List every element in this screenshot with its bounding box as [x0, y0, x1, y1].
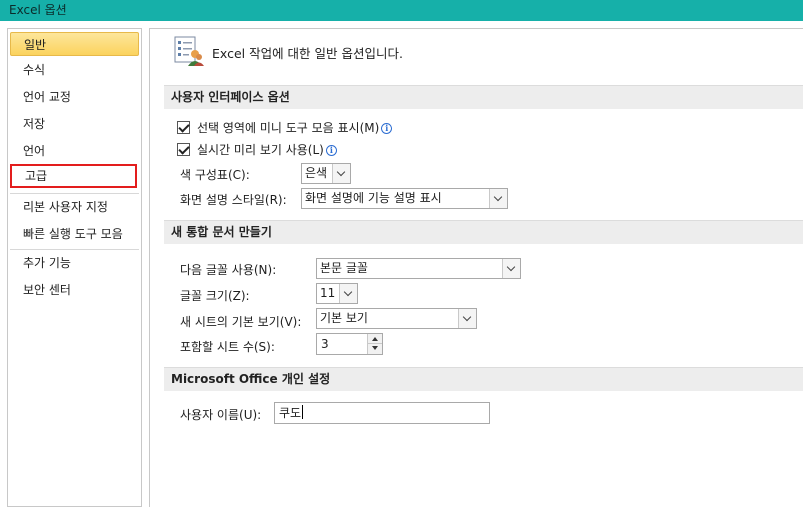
- sidebar-item-proofing[interactable]: 언어 교정: [10, 85, 139, 109]
- sidebar-item-add-ins[interactable]: 추가 기능: [10, 251, 139, 275]
- font-size-value: 11: [320, 286, 336, 300]
- chevron-down-icon[interactable]: [458, 309, 476, 328]
- title-bar: Excel 옵션: [0, 0, 803, 21]
- live-preview-label: 실시간 미리 보기 사용(L): [197, 143, 324, 157]
- sidebar-item-advanced[interactable]: 고급: [10, 164, 137, 188]
- sidebar-item-trust-center[interactable]: 보안 센터: [10, 278, 139, 302]
- sidebar-divider: [10, 193, 139, 194]
- section-personalize: Microsoft Office 개인 설정: [164, 367, 803, 391]
- dialog-body: 일반 수식 언어 교정 저장 언어 고급 리본 사용자 지정 빠른 실행 도구 …: [0, 21, 803, 507]
- live-preview-checkbox[interactable]: [177, 143, 190, 156]
- screentip-style-label: 화면 설명 스타일(R):: [180, 193, 287, 207]
- sheet-count-stepper[interactable]: 3: [316, 333, 383, 355]
- color-scheme-label: 색 구성표(C):: [180, 168, 250, 182]
- sidebar-divider: [10, 249, 139, 250]
- font-select[interactable]: 본문 글꼴: [316, 258, 521, 279]
- info-icon[interactable]: i: [381, 123, 393, 134]
- screentip-style-value: 화면 설명에 기능 설명 표시: [305, 191, 442, 205]
- color-scheme-select[interactable]: 은색: [301, 163, 351, 184]
- mini-toolbar-checkbox[interactable]: [177, 121, 190, 134]
- font-value: 본문 글꼴: [320, 261, 368, 275]
- mini-toolbar-row: 선택 영역에 미니 도구 모음 표시(M) i: [197, 119, 393, 136]
- username-field[interactable]: 쿠도: [274, 402, 490, 424]
- sidebar-item-quick-access-toolbar[interactable]: 빠른 실행 도구 모음: [10, 222, 139, 246]
- section-new-workbook: 새 통합 문서 만들기: [164, 220, 803, 244]
- options-panel: Excel 작업에 대한 일반 옵션입니다. 사용자 인터페이스 옵션 선택 영…: [149, 28, 803, 507]
- default-view-value: 기본 보기: [320, 311, 368, 325]
- section-ui-options: 사용자 인터페이스 옵션: [164, 85, 803, 109]
- username-label: 사용자 이름(U):: [180, 408, 262, 422]
- text-cursor: [302, 405, 304, 419]
- sidebar-item-general[interactable]: 일반: [10, 32, 139, 56]
- font-size-select[interactable]: 11: [316, 283, 358, 304]
- chevron-down-icon[interactable]: [332, 164, 350, 183]
- stepper-up-icon[interactable]: [368, 334, 382, 344]
- sidebar: 일반 수식 언어 교정 저장 언어 고급 리본 사용자 지정 빠른 실행 도구 …: [7, 28, 142, 507]
- window-title: Excel 옵션: [9, 3, 67, 17]
- sidebar-item-language[interactable]: 언어: [10, 139, 139, 163]
- sheet-count-label: 포함할 시트 수(S):: [180, 340, 275, 354]
- info-icon[interactable]: i: [325, 145, 337, 156]
- sidebar-item-customize-ribbon[interactable]: 리본 사용자 지정: [10, 195, 139, 219]
- color-scheme-value: 은색: [305, 166, 328, 180]
- default-view-label: 새 시트의 기본 보기(V):: [180, 315, 302, 329]
- font-size-label: 글꼴 크기(Z):: [180, 289, 250, 303]
- default-view-select[interactable]: 기본 보기: [316, 308, 477, 329]
- screentip-style-select[interactable]: 화면 설명에 기능 설명 표시: [301, 188, 508, 209]
- general-options-icon: [174, 36, 204, 66]
- chevron-down-icon[interactable]: [489, 189, 507, 208]
- stepper-down-icon[interactable]: [368, 344, 382, 354]
- chevron-down-icon[interactable]: [339, 284, 357, 303]
- stepper-buttons: [367, 334, 382, 354]
- page-description: Excel 작업에 대한 일반 옵션입니다.: [212, 46, 403, 61]
- mini-toolbar-label: 선택 영역에 미니 도구 모음 표시(M): [197, 121, 380, 135]
- username-value: 쿠도: [279, 406, 302, 420]
- sheet-count-value: 3: [321, 337, 329, 351]
- sidebar-item-formulas[interactable]: 수식: [10, 58, 139, 82]
- sidebar-item-save[interactable]: 저장: [10, 112, 139, 136]
- chevron-down-icon[interactable]: [502, 259, 520, 278]
- live-preview-row: 실시간 미리 보기 사용(L) i: [197, 141, 337, 158]
- font-label: 다음 글꼴 사용(N):: [180, 263, 277, 277]
